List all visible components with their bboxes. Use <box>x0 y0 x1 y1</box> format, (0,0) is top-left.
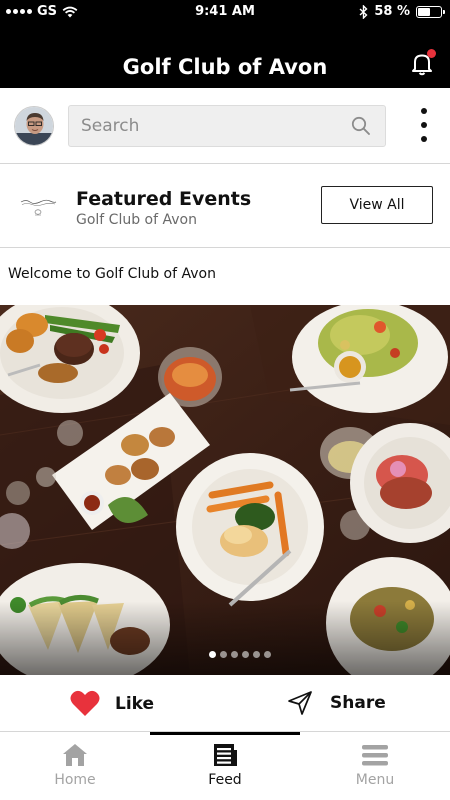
search-row <box>0 88 450 164</box>
tab-menu[interactable]: Menu <box>300 732 450 800</box>
food-photo <box>0 305 450 675</box>
status-bar: GS 9:41 AM 58 % <box>0 0 450 24</box>
tab-feed-label: Feed <box>208 772 242 788</box>
tab-feed[interactable]: Feed <box>150 732 300 800</box>
search-icon[interactable] <box>351 116 371 136</box>
bluetooth-icon <box>359 4 368 19</box>
carousel-dots[interactable] <box>0 651 450 658</box>
more-options-icon[interactable] <box>418 108 430 142</box>
featured-events-section: Featured Events Golf Club of Avon View A… <box>0 164 450 248</box>
view-all-button[interactable]: View All <box>321 186 433 224</box>
status-right: 58 % <box>359 4 445 19</box>
battery-fill <box>418 7 431 16</box>
tab-menu-label: Menu <box>355 772 395 788</box>
notification-badge <box>427 49 436 58</box>
share-button[interactable]: Share <box>287 690 386 716</box>
carousel-dot[interactable] <box>264 651 271 658</box>
like-label: Like <box>115 693 155 714</box>
like-button[interactable]: Like <box>70 690 154 717</box>
home-icon <box>63 744 87 766</box>
featured-events-subtitle: Golf Club of Avon <box>76 212 197 228</box>
tab-home-label: Home <box>54 772 96 788</box>
carousel-dot[interactable] <box>209 651 216 658</box>
battery-icon <box>416 5 445 18</box>
menu-icon <box>362 745 388 766</box>
bottom-nav: Home Feed Menu <box>0 732 450 800</box>
tab-home[interactable]: Home <box>0 732 150 800</box>
page-title: Golf Club of Avon <box>122 55 328 79</box>
carousel-dot[interactable] <box>242 651 249 658</box>
avatar[interactable] <box>14 106 54 146</box>
avatar-image <box>15 107 53 145</box>
share-label: Share <box>330 693 386 713</box>
post-image[interactable] <box>0 305 450 675</box>
send-icon <box>288 691 312 715</box>
carousel-dot[interactable] <box>231 651 238 658</box>
battery-percent: 58 % <box>374 4 410 19</box>
featured-events-title: Featured Events <box>76 188 252 210</box>
app-header: Golf Club of Avon <box>0 24 450 88</box>
search-input[interactable] <box>69 106 349 146</box>
search-box <box>68 105 386 147</box>
heart-icon <box>70 690 100 716</box>
feed-icon <box>214 744 237 766</box>
post-actions: Like Share <box>0 676 450 732</box>
club-logo <box>18 192 58 222</box>
notifications-button[interactable] <box>411 49 436 76</box>
carousel-dot[interactable] <box>253 651 260 658</box>
carousel-dot[interactable] <box>220 651 227 658</box>
welcome-text: Welcome to Golf Club of Avon <box>8 266 216 282</box>
